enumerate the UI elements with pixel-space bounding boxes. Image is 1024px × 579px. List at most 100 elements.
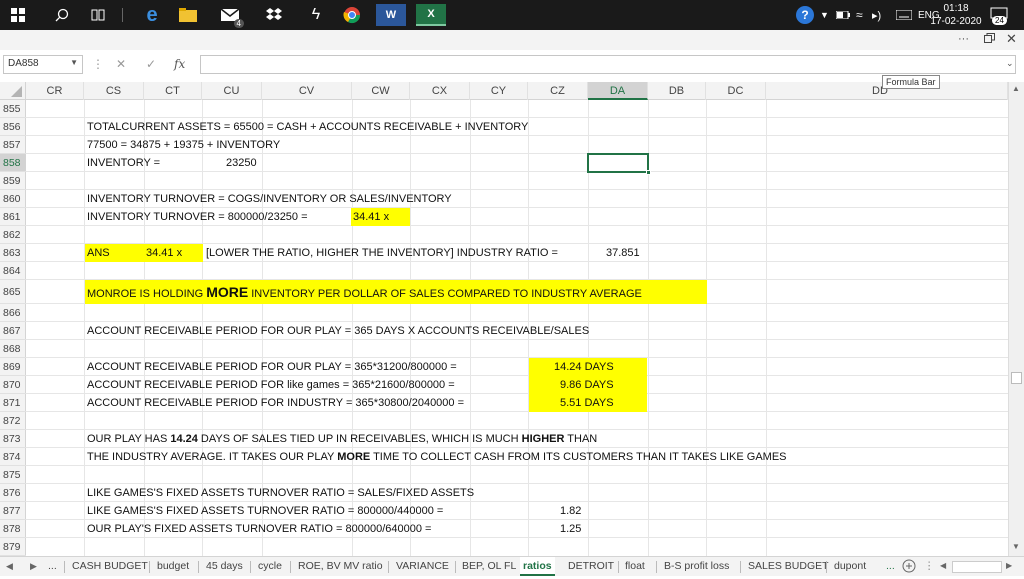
sheet-tab[interactable]: SALES BUDGET xyxy=(748,557,829,576)
sheet-tab-more[interactable]: ... xyxy=(886,557,895,576)
row-header[interactable]: 860 xyxy=(0,190,26,208)
cell-text[interactable]: ANS xyxy=(87,244,110,262)
cell-text[interactable]: [LOWER THE RATIO, HIGHER THE INVENTORY] … xyxy=(206,244,558,262)
excel-app-icon[interactable]: X xyxy=(416,4,446,26)
clock[interactable]: 01:18 17-02-2020 xyxy=(926,0,986,30)
row-header[interactable]: 879 xyxy=(0,538,26,556)
sheet-tab[interactable]: B-S profit loss xyxy=(664,557,729,576)
row-header[interactable]: 878 xyxy=(0,520,26,538)
keyboard-icon[interactable] xyxy=(896,0,912,30)
col-header-DB[interactable]: DB xyxy=(648,82,706,100)
row-header[interactable]: 870 xyxy=(0,376,26,394)
wifi-icon[interactable]: ≈ xyxy=(856,0,863,30)
expand-formula-bar-icon[interactable]: ⌄ xyxy=(1006,58,1014,69)
cell-text[interactable]: OUR PLAY'S FIXED ASSETS TURNOVER RATIO =… xyxy=(87,520,431,538)
row-header[interactable]: 865 xyxy=(0,280,26,304)
sheet-tab[interactable]: CASH BUDGET xyxy=(72,557,148,576)
lightning-app-icon[interactable]: ϟ xyxy=(304,3,328,27)
row-header[interactable]: 866 xyxy=(0,304,26,322)
select-all-corner[interactable] xyxy=(0,82,26,100)
sheet-tab[interactable]: VARIANCE xyxy=(396,557,449,576)
vertical-scrollbar[interactable]: ▲ ▼ xyxy=(1008,82,1024,556)
row-header[interactable]: 873 xyxy=(0,430,26,448)
scroll-thumb[interactable] xyxy=(1011,372,1022,384)
sheet-tab[interactable]: dupont xyxy=(834,557,866,576)
close-icon[interactable]: ✕ xyxy=(1006,31,1017,47)
cell-value[interactable]: 23250 xyxy=(226,154,257,172)
cell-text[interactable]: ACCOUNT RECEIVABLE PERIOD FOR like games… xyxy=(87,376,455,394)
row-header[interactable]: 875 xyxy=(0,466,26,484)
horizontal-scrollbar[interactable] xyxy=(952,561,1002,573)
col-header-CX[interactable]: CX xyxy=(410,82,470,100)
sheet-tab[interactable]: budget xyxy=(157,557,189,576)
cell-value[interactable]: 34.41 x xyxy=(353,208,389,226)
cell-text[interactable]: LIKE GAMES'S FIXED ASSETS TURNOVER RATIO… xyxy=(87,484,474,502)
col-header-CT[interactable]: CT xyxy=(144,82,202,100)
restore-window-icon[interactable] xyxy=(984,33,995,46)
cell-text[interactable]: ACCOUNT RECEIVABLE PERIOD FOR OUR PLAY =… xyxy=(87,322,589,340)
add-sheet-icon[interactable] xyxy=(902,559,916,578)
cell-value[interactable]: 1.25 xyxy=(560,520,581,538)
worksheet-grid[interactable]: TOTALCURRENT ASSETS = 65500 = CASH + ACC… xyxy=(26,100,1008,556)
col-header-CZ[interactable]: CZ xyxy=(528,82,588,100)
sheet-tab-more[interactable]: ... xyxy=(48,557,57,576)
cell-text[interactable]: ACCOUNT RECEIVABLE PERIOD FOR INDUSTRY =… xyxy=(87,394,464,412)
cell-value[interactable]: 34.41 x xyxy=(146,244,182,262)
word-app-icon[interactable]: W xyxy=(376,4,406,26)
row-header[interactable]: 857 xyxy=(0,136,26,154)
row-header[interactable]: 862 xyxy=(0,226,26,244)
col-header-CR[interactable]: CR xyxy=(26,82,84,100)
file-explorer-icon[interactable] xyxy=(176,3,200,27)
cell-text[interactable]: INVENTORY TURNOVER = 800000/23250 = xyxy=(87,208,308,226)
sheet-tab-active[interactable]: ratios xyxy=(520,557,555,576)
row-header[interactable]: 868 xyxy=(0,340,26,358)
more-options-icon[interactable]: ··· xyxy=(958,33,969,45)
enter-check-icon[interactable]: ✓ xyxy=(146,57,156,71)
col-header-CU[interactable]: CU xyxy=(202,82,262,100)
volume-icon[interactable]: ▸) xyxy=(872,0,881,30)
col-header-DC[interactable]: DC xyxy=(706,82,766,100)
row-header[interactable]: 874 xyxy=(0,448,26,466)
sheet-tab[interactable]: DETROIT xyxy=(568,557,614,576)
cell-text[interactable]: LIKE GAMES'S FIXED ASSETS TURNOVER RATIO… xyxy=(87,502,443,520)
chrome-icon[interactable] xyxy=(340,3,364,27)
col-header-CV[interactable]: CV xyxy=(262,82,352,100)
row-header[interactable]: 877 xyxy=(0,502,26,520)
formula-input[interactable] xyxy=(200,55,1016,74)
mail-icon[interactable]: 4 xyxy=(218,3,244,28)
windows-start-icon[interactable] xyxy=(6,3,30,27)
cell-text[interactable]: ACCOUNT RECEIVABLE PERIOD FOR OUR PLAY =… xyxy=(87,358,457,376)
scroll-down-icon[interactable]: ▼ xyxy=(1012,542,1020,551)
row-header[interactable]: 864 xyxy=(0,262,26,280)
next-sheet-icon[interactable]: ▶ xyxy=(30,557,37,576)
row-header[interactable]: 867 xyxy=(0,322,26,340)
task-view-icon[interactable] xyxy=(86,3,110,27)
scroll-up-icon[interactable]: ▲ xyxy=(1012,84,1020,93)
insert-function-icon[interactable]: fx xyxy=(174,57,185,71)
cancel-icon[interactable]: ✕ xyxy=(116,57,126,71)
cell-text[interactable]: 77500 = 34875 + 19375 + INVENTORY xyxy=(87,136,280,154)
search-icon[interactable] xyxy=(50,3,74,27)
cell-value[interactable]: 37.851 xyxy=(606,244,640,262)
row-header[interactable]: 869 xyxy=(0,358,26,376)
col-header-CS[interactable]: CS xyxy=(84,82,144,100)
row-header[interactable]: 859 xyxy=(0,172,26,190)
cell-text[interactable]: OUR PLAY HAS 14.24 DAYS OF SALES TIED UP… xyxy=(87,430,597,448)
row-header[interactable]: 871 xyxy=(0,394,26,412)
row-header[interactable]: 861 xyxy=(0,208,26,226)
hscroll-right-icon[interactable]: ▶ xyxy=(1006,557,1012,576)
cell-text[interactable]: MONROE IS HOLDING MORE INVENTORY PER DOL… xyxy=(87,283,642,303)
cell-value[interactable]: 9.86 DAYS xyxy=(560,376,614,394)
help-icon[interactable]: ? xyxy=(796,0,814,30)
cell-text[interactable]: TOTALCURRENT ASSETS = 65500 = CASH + ACC… xyxy=(87,118,528,136)
cell-value[interactable]: 5.51 DAYS xyxy=(560,394,614,412)
tab-scroll-handle-icon[interactable]: ⋮ xyxy=(924,557,935,576)
battery-icon[interactable] xyxy=(836,0,850,30)
cell-text[interactable]: THE INDUSTRY AVERAGE. IT TAKES OUR PLAY … xyxy=(87,448,787,466)
fill-handle[interactable] xyxy=(646,170,651,175)
sheet-tab[interactable]: 45 days xyxy=(206,557,243,576)
col-header-CY[interactable]: CY xyxy=(470,82,528,100)
row-header-selected[interactable]: 858 xyxy=(0,154,26,172)
cell-value[interactable]: 14.24 DAYS xyxy=(554,358,614,376)
cell-text[interactable]: INVENTORY = xyxy=(87,154,160,172)
